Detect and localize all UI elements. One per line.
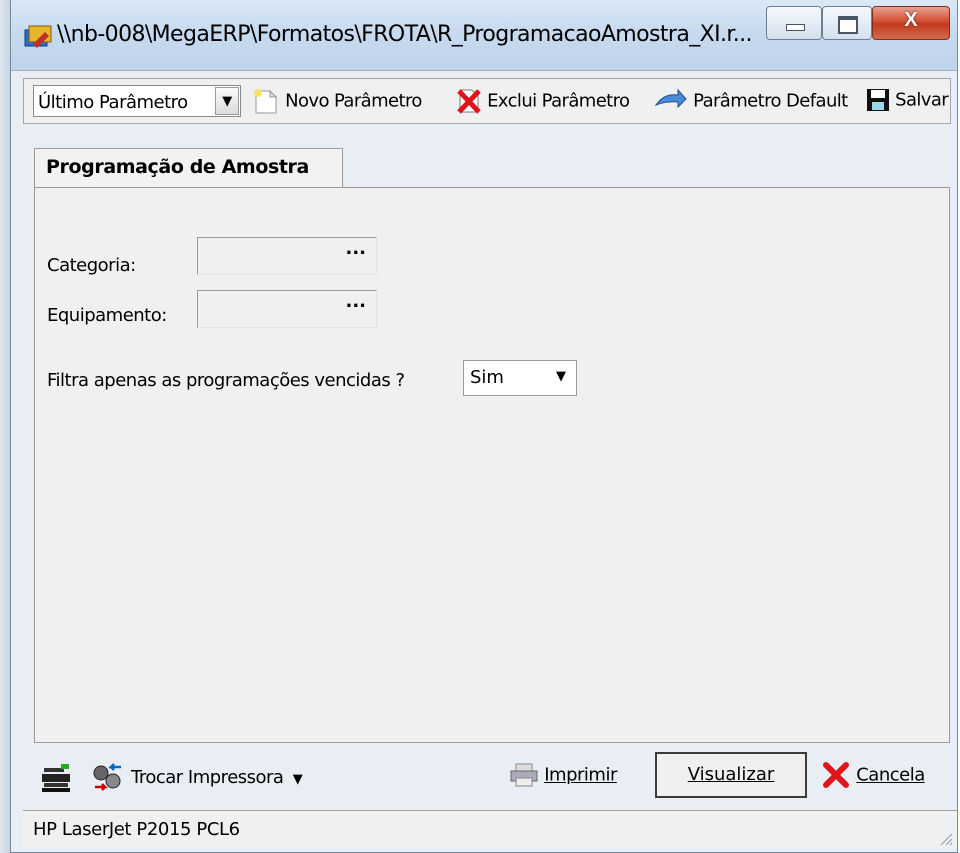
salvar-label: Salvar xyxy=(895,89,949,111)
title-bar[interactable]: \\nb-008\MegaERP\Formatos\FROTA\R_Progra… xyxy=(11,0,957,71)
imprimir-button[interactable]: Imprimir xyxy=(509,762,617,788)
equipamento-label: Equipamento: xyxy=(47,305,167,326)
delete-icon xyxy=(457,89,481,114)
tab-programacao-de-amostra[interactable]: Programação de Amostra xyxy=(34,148,343,188)
app-icon xyxy=(24,25,52,48)
exclui-parametro-label: Exclui Parâmetro xyxy=(487,90,630,112)
categoria-field[interactable]: ... xyxy=(197,237,377,275)
printer-name: HP LaserJet P2015 PCL6 xyxy=(33,819,240,840)
close-icon: X xyxy=(904,9,918,31)
trocar-impressora-button[interactable]: Trocar Impressora ▼ xyxy=(131,767,303,788)
equipamento-field[interactable]: ... xyxy=(197,290,377,328)
visualizar-label: Visualizar xyxy=(687,764,775,785)
cancela-label: Cancela xyxy=(856,764,925,786)
maximize-icon xyxy=(838,16,858,34)
tab-panel xyxy=(34,187,950,743)
novo-parametro-button[interactable]: Novo Parâmetro xyxy=(250,87,422,115)
filtra-select-value: Sim xyxy=(470,367,504,388)
printer-settings-icon[interactable] xyxy=(41,762,73,794)
window-title: \\nb-008\MegaERP\Formatos\FROTA\R_Progra… xyxy=(57,22,753,47)
report-window: \\nb-008\MegaERP\Formatos\FROTA\R_Progra… xyxy=(10,0,958,853)
new-document-icon xyxy=(254,89,278,114)
maximize-button[interactable] xyxy=(822,6,872,40)
cancela-button[interactable]: Cancela xyxy=(821,760,925,790)
tab-label: Programação de Amostra xyxy=(46,156,309,178)
arrow-icon xyxy=(654,88,687,109)
filtra-label: Filtra apenas as programações vencidas ? xyxy=(47,370,405,391)
categoria-label: Categoria: xyxy=(47,255,136,276)
desktop-background xyxy=(0,0,10,853)
trocar-impressora-label: Trocar Impressora xyxy=(131,767,284,788)
imprimir-label: Imprimir xyxy=(544,764,617,786)
minimize-icon xyxy=(786,24,805,31)
salvar-button[interactable]: Salvar xyxy=(866,87,949,115)
categoria-lookup-button[interactable]: ... xyxy=(345,238,366,259)
chevron-down-icon[interactable]: ▼ xyxy=(215,87,239,115)
parameter-select-value: Último Parâmetro xyxy=(38,92,188,113)
parameter-toolbar: Último Parâmetro ▼ Novo Parâmetro Exclui… xyxy=(23,78,951,124)
parametro-default-button[interactable]: Parâmetro Default xyxy=(654,87,848,115)
swap-printer-icon[interactable] xyxy=(91,761,125,793)
close-button[interactable]: X xyxy=(872,6,950,40)
equipamento-lookup-button[interactable]: ... xyxy=(345,291,366,312)
red-x-icon xyxy=(823,762,849,788)
parametro-default-label: Parâmetro Default xyxy=(693,90,848,112)
floppy-disk-icon xyxy=(867,89,889,111)
visualizar-button[interactable]: Visualizar xyxy=(655,752,807,798)
status-bar: HP LaserJet P2015 PCL6 xyxy=(23,810,957,848)
filtra-select[interactable]: Sim ▼ xyxy=(463,360,577,396)
minimize-button[interactable] xyxy=(766,6,822,40)
printer-icon xyxy=(510,763,538,787)
caret-down-icon: ▼ xyxy=(292,772,303,787)
exclui-parametro-button[interactable]: Exclui Parâmetro xyxy=(456,87,630,115)
resize-grip-icon[interactable] xyxy=(937,830,953,846)
chevron-down-icon[interactable]: ▼ xyxy=(556,369,566,384)
novo-parametro-label: Novo Parâmetro xyxy=(285,90,422,112)
parameter-select[interactable]: Último Parâmetro ▼ xyxy=(33,85,241,117)
